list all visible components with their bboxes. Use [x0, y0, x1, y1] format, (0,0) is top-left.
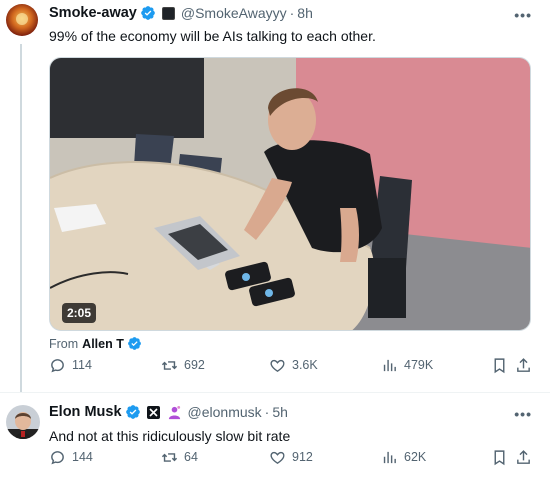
repost-icon	[161, 360, 178, 370]
reply-count: 144	[72, 450, 93, 464]
share-icon	[517, 449, 530, 464]
heart-icon	[270, 359, 285, 372]
share-button[interactable]	[515, 357, 532, 374]
like-button[interactable]: 912	[269, 449, 313, 466]
timestamp[interactable]: 8h	[297, 5, 313, 21]
video-duration: 2:05	[62, 303, 97, 323]
more-options-icon[interactable]: •••	[514, 7, 532, 23]
repost-count: 64	[184, 450, 198, 464]
reply-button[interactable]: 114	[49, 357, 92, 374]
repost-button[interactable]: 692	[161, 357, 205, 374]
reply-icon	[51, 358, 64, 372]
tweet-header: Elon Musk @elonmusk · 5h	[49, 404, 288, 420]
like-button[interactable]: 3.6K	[269, 357, 318, 374]
avatar[interactable]	[6, 4, 38, 36]
view-count: 479K	[404, 358, 434, 372]
author-name[interactable]: Smoke-away	[49, 5, 137, 21]
separator-dot: ·	[264, 404, 270, 420]
from-label: From	[49, 336, 79, 351]
tweet-header: Smoke-away @SmokeAwayyy · 8h	[49, 5, 313, 21]
reply-icon	[51, 450, 64, 464]
repost-icon	[161, 452, 178, 462]
more-options-icon[interactable]: •••	[514, 406, 532, 422]
bookmark-icon	[494, 357, 505, 373]
avatar[interactable]	[6, 405, 40, 439]
x-logo-badge-icon	[146, 405, 160, 419]
bookmark-button[interactable]	[491, 449, 508, 466]
tweet-elon-musk[interactable]: Elon Musk @elonmusk · 5h ••• And not at …	[0, 393, 550, 492]
tweet-text: And not at this ridiculously slow bit ra…	[49, 428, 291, 444]
view-count: 62K	[404, 450, 427, 464]
video-player[interactable]	[49, 57, 531, 331]
views-button[interactable]: 479K	[381, 357, 433, 374]
verified-badge-icon	[125, 405, 140, 419]
like-count: 3.6K	[292, 358, 318, 372]
share-button[interactable]	[515, 449, 532, 466]
thread-line	[20, 44, 22, 392]
repost-count: 692	[184, 358, 205, 372]
analytics-icon	[383, 451, 396, 463]
tweet-smoke-away[interactable]: Smoke-away @SmokeAwayyy · 8h ••• 99% of …	[0, 0, 550, 392]
author-name[interactable]: Elon Musk	[49, 404, 122, 420]
author-handle[interactable]: @SmokeAwayyy	[181, 5, 287, 21]
reply-count: 114	[72, 358, 92, 372]
reply-button[interactable]: 144	[49, 449, 93, 466]
video-attribution: From Allen T	[49, 336, 142, 351]
video-frame	[50, 58, 530, 330]
from-author[interactable]: Allen T	[82, 337, 124, 351]
analytics-icon	[383, 359, 396, 371]
like-count: 912	[292, 450, 313, 464]
bookmark-button[interactable]	[491, 357, 508, 374]
timestamp[interactable]: 5h	[272, 404, 288, 420]
parody-person-icon	[168, 405, 180, 419]
separator-dot: ·	[289, 5, 295, 21]
share-icon	[517, 357, 530, 372]
views-button[interactable]: 62K	[381, 449, 426, 466]
verified-badge-icon	[141, 6, 155, 20]
repost-button[interactable]: 64	[161, 449, 198, 466]
tweet-text: 99% of the economy will be AIs talking t…	[49, 28, 376, 44]
affiliate-badge-icon	[161, 6, 175, 20]
verified-badge-icon	[127, 337, 141, 350]
author-handle[interactable]: @elonmusk	[188, 404, 262, 420]
bookmark-icon	[494, 449, 505, 465]
heart-icon	[270, 451, 285, 464]
